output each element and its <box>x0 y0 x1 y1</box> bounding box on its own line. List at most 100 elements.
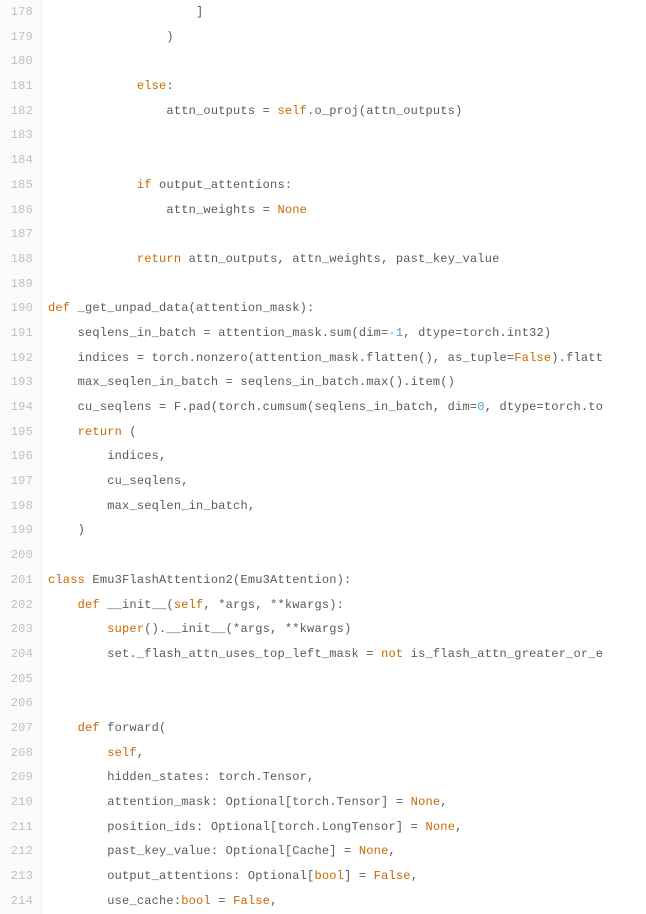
token-plain: hidden_states: torch.Tensor, <box>107 770 314 784</box>
line-number: 207 <box>0 716 33 741</box>
token-plain: ).flatt <box>551 351 603 365</box>
token-plain: , <box>270 894 277 908</box>
token-kw: None <box>359 844 389 858</box>
token-plain: attn_weights = <box>166 203 277 217</box>
code-line[interactable] <box>48 222 646 247</box>
line-number: 212 <box>0 839 33 864</box>
code-line[interactable]: ] <box>48 0 646 25</box>
token-kw: return <box>137 252 181 266</box>
code-line[interactable] <box>48 49 646 74</box>
token-plain: forward( <box>100 721 167 735</box>
token-kw: not <box>381 647 403 661</box>
line-number: 210 <box>0 790 33 815</box>
token-plain: ( <box>122 425 137 439</box>
token-kw: if <box>137 178 152 192</box>
line-number: 201 <box>0 568 33 593</box>
code-line[interactable]: output_attentions: Optional[bool] = Fals… <box>48 864 646 889</box>
token-kw: None <box>411 795 441 809</box>
code-line[interactable]: return ( <box>48 420 646 445</box>
indent <box>48 598 78 612</box>
token-plain: set._flash_attn_uses_top_left_mask = <box>107 647 381 661</box>
token-kw: def <box>78 721 100 735</box>
code-line[interactable]: super().__init__(*args, **kwargs) <box>48 617 646 642</box>
line-number: 189 <box>0 272 33 297</box>
indent <box>48 869 107 883</box>
token-plain: attn_outputs = <box>166 104 277 118</box>
code-line[interactable]: ) <box>48 25 646 50</box>
code-line[interactable]: set._flash_attn_uses_top_left_mask = not… <box>48 642 646 667</box>
code-line[interactable]: self, <box>48 741 646 766</box>
indent <box>48 400 78 414</box>
code-line[interactable]: indices = torch.nonzero(attention_mask.f… <box>48 346 646 371</box>
indent <box>48 425 78 439</box>
indent <box>48 203 166 217</box>
code-line[interactable]: attention_mask: Optional[torch.Tensor] =… <box>48 790 646 815</box>
line-number: 188 <box>0 247 33 272</box>
token-plain: , <box>411 869 418 883</box>
code-line[interactable]: attn_weights = None <box>48 198 646 223</box>
code-line[interactable]: max_seqlen_in_batch = seqlens_in_batch.m… <box>48 370 646 395</box>
token-plain: ) <box>78 523 85 537</box>
indent <box>48 104 166 118</box>
code-line[interactable]: cu_seqlens = F.pad(torch.cumsum(seqlens_… <box>48 395 646 420</box>
code-line[interactable]: def forward( <box>48 716 646 741</box>
code-line[interactable] <box>48 691 646 716</box>
line-number: 192 <box>0 346 33 371</box>
token-plain: , dtype=torch.to <box>485 400 603 414</box>
code-line[interactable] <box>48 123 646 148</box>
line-number: 204 <box>0 642 33 667</box>
line-number: 190 <box>0 296 33 321</box>
token-plain: ] = <box>344 869 374 883</box>
token-num: 0 <box>477 400 484 414</box>
code-line[interactable]: past_key_value: Optional[Cache] = None, <box>48 839 646 864</box>
code-line[interactable]: class Emu3FlashAttention2(Emu3Attention)… <box>48 568 646 593</box>
code-line[interactable] <box>48 543 646 568</box>
code-line[interactable] <box>48 272 646 297</box>
code-line[interactable]: seqlens_in_batch = attention_mask.sum(di… <box>48 321 646 346</box>
token-plain: ] <box>196 5 203 19</box>
token-kw: False <box>514 351 551 365</box>
token-plain: , *args, **kwargs): <box>203 598 344 612</box>
line-number: 202 <box>0 593 33 618</box>
code-editor: 1781791801811821831841851861871881891901… <box>0 0 646 914</box>
token-self: self <box>174 598 204 612</box>
indent <box>48 647 107 661</box>
code-line[interactable]: hidden_states: torch.Tensor, <box>48 765 646 790</box>
code-line[interactable]: max_seqlen_in_batch, <box>48 494 646 519</box>
code-content[interactable]: ] ) else: attn_outputs = self.o_proj(att… <box>42 0 646 914</box>
code-line[interactable]: cu_seqlens, <box>48 469 646 494</box>
line-number: 199 <box>0 518 33 543</box>
token-kw: None <box>277 203 307 217</box>
code-line[interactable]: if output_attentions: <box>48 173 646 198</box>
token-kw: def <box>48 301 70 315</box>
token-plain: use_cache: <box>107 894 181 908</box>
token-plain: seqlens_in_batch = attention_mask.sum(di… <box>78 326 389 340</box>
token-plain: position_ids: Optional[torch.LongTensor]… <box>107 820 425 834</box>
line-number: 205 <box>0 667 33 692</box>
token-plain: output_attentions: <box>152 178 293 192</box>
code-line[interactable]: return attn_outputs, attn_weights, past_… <box>48 247 646 272</box>
code-line[interactable] <box>48 667 646 692</box>
line-number: 183 <box>0 123 33 148</box>
token-plain: , <box>440 795 447 809</box>
token-kw: super <box>107 622 144 636</box>
code-line[interactable]: attn_outputs = self.o_proj(attn_outputs) <box>48 99 646 124</box>
token-plain: ) <box>166 30 173 44</box>
line-number: 195 <box>0 420 33 445</box>
line-number: 203 <box>0 617 33 642</box>
line-number: 184 <box>0 148 33 173</box>
token-plain: ().__init__(*args, **kwargs) <box>144 622 351 636</box>
token-plain: cu_seqlens = F.pad(torch.cumsum(seqlens_… <box>78 400 478 414</box>
code-line[interactable]: else: <box>48 74 646 99</box>
code-line[interactable]: def __init__(self, *args, **kwargs): <box>48 593 646 618</box>
code-line[interactable] <box>48 148 646 173</box>
code-line[interactable]: use_cache:bool = False, <box>48 889 646 914</box>
token-plain: __init__( <box>100 598 174 612</box>
code-line[interactable]: position_ids: Optional[torch.LongTensor]… <box>48 815 646 840</box>
token-plain: indices, <box>107 449 166 463</box>
code-line[interactable]: def _get_unpad_data(attention_mask): <box>48 296 646 321</box>
indent <box>48 79 137 93</box>
code-line[interactable]: ) <box>48 518 646 543</box>
code-line[interactable]: indices, <box>48 444 646 469</box>
line-number: 182 <box>0 99 33 124</box>
